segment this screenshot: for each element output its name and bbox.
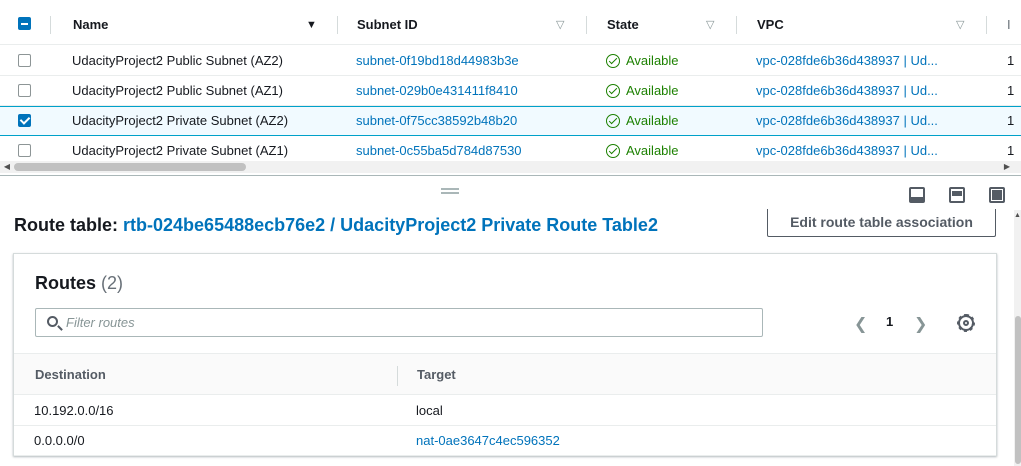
route-target: local	[416, 403, 443, 418]
subnet-name: UdacityProject2 Private Subnet (AZ2)	[72, 113, 289, 128]
routes-title: Routes	[35, 273, 97, 293]
split-panel-drag-handle[interactable]	[441, 188, 459, 194]
subnet-table: Name ▼ Subnet ID ▽ State ▽ VPC ▽ I Udaci…	[0, 0, 1021, 175]
check-circle-icon	[606, 114, 620, 128]
column-header-subnet-id[interactable]: Subnet ID	[357, 5, 418, 45]
sort-icon[interactable]: ▽	[706, 5, 714, 45]
scroll-up-icon[interactable]: ▲	[1014, 212, 1021, 219]
truncated-cell: 1	[1007, 53, 1015, 68]
vpc-link[interactable]: vpc-028fde6b36d438937 | Ud...	[756, 46, 968, 76]
table-row-selected[interactable]: UdacityProject2 Private Subnet (AZ2) sub…	[0, 106, 1021, 136]
search-icon	[47, 316, 58, 327]
routes-container: Routes (2) ❮ 1 ❯ Destination Target 10.1…	[13, 253, 997, 456]
split-panel-bottom-icon[interactable]	[909, 187, 925, 203]
state-value: Available	[626, 113, 679, 128]
horizontal-scrollbar[interactable]: ◀ ▶	[0, 161, 1021, 173]
row-checkbox[interactable]	[18, 84, 31, 97]
check-circle-icon	[606, 54, 620, 68]
column-header-vpc[interactable]: VPC	[757, 5, 784, 45]
row-checkbox[interactable]	[18, 144, 31, 157]
filter-routes-input[interactable]	[66, 312, 746, 333]
truncated-cell: 1	[1007, 83, 1015, 98]
subnet-name: UdacityProject2 Public Subnet (AZ2)	[72, 53, 283, 68]
row-checkbox[interactable]	[18, 54, 31, 67]
subnet-table-header: Name ▼ Subnet ID ▽ State ▽ VPC ▽ I	[0, 5, 1021, 45]
page-number[interactable]: 1	[886, 314, 893, 329]
subnet-id-link[interactable]: subnet-029b0e431411f8410	[356, 76, 518, 106]
table-row: 0.0.0.0/0 nat-0ae3647c4ec596352	[14, 426, 996, 456]
check-circle-icon	[606, 84, 620, 98]
state-value: Available	[626, 83, 679, 98]
route-destination: 10.192.0.0/16	[34, 403, 114, 418]
subnet-id-link[interactable]: subnet-0f19bd18d44983b3e	[356, 46, 519, 76]
column-header-truncated[interactable]: I	[1007, 5, 1011, 45]
edit-route-table-association-button[interactable]: Edit route table association	[767, 209, 996, 237]
vpc-link[interactable]: vpc-028fde6b36d438937 | Ud...	[756, 106, 968, 136]
split-panel-side-icon[interactable]	[949, 187, 965, 203]
state-value: Available	[626, 53, 679, 68]
truncated-cell: 1	[1007, 113, 1015, 128]
column-header-state[interactable]: State	[607, 5, 639, 45]
scrollbar-thumb[interactable]	[1015, 316, 1021, 464]
route-destination: 0.0.0.0/0	[34, 433, 85, 448]
sort-icon[interactable]: ▽	[956, 5, 964, 45]
column-divider[interactable]	[337, 16, 338, 34]
column-divider[interactable]	[736, 16, 737, 34]
sort-descending-icon[interactable]: ▼	[306, 5, 317, 45]
table-row[interactable]: UdacityProject2 Public Subnet (AZ1) subn…	[0, 76, 1021, 106]
filter-routes[interactable]	[35, 308, 763, 337]
chevron-right-icon[interactable]: ❯	[914, 314, 927, 334]
route-table-title: Route table: rtb-024be65488ecb76e2 / Uda…	[14, 215, 658, 236]
vpc-link[interactable]: vpc-028fde6b36d438937 | Ud...	[756, 76, 968, 106]
column-header-target: Target	[417, 367, 456, 382]
select-all-checkbox[interactable]	[18, 17, 31, 30]
gear-icon[interactable]	[957, 314, 975, 332]
check-circle-icon	[606, 144, 620, 158]
route-table-link[interactable]: rtb-024be65488ecb76e2 / UdacityProject2 …	[123, 215, 658, 235]
column-divider	[50, 16, 51, 34]
split-panel-full-icon[interactable]	[989, 187, 1005, 203]
scrollbar-thumb[interactable]	[14, 163, 246, 171]
scroll-right-icon[interactable]: ▶	[1000, 161, 1014, 173]
routes-table-header: Destination Target	[14, 353, 996, 395]
routes-heading: Routes (2)	[35, 273, 123, 294]
table-row[interactable]: UdacityProject2 Public Subnet (AZ2) subn…	[0, 46, 1021, 76]
subnet-id-link[interactable]: subnet-0f75cc38592b48b20	[356, 106, 517, 136]
routes-count: (2)	[101, 273, 124, 293]
column-header-destination: Destination	[35, 367, 106, 382]
row-checkbox[interactable]	[18, 114, 31, 127]
vertical-scrollbar[interactable]	[1014, 210, 1021, 466]
scroll-left-icon[interactable]: ◀	[0, 161, 14, 173]
sort-icon[interactable]: ▽	[556, 5, 564, 45]
route-target-link[interactable]: nat-0ae3647c4ec596352	[416, 426, 560, 456]
table-row: 10.192.0.0/16 local	[14, 396, 996, 426]
column-divider[interactable]	[586, 16, 587, 34]
subnet-name: UdacityProject2 Public Subnet (AZ1)	[72, 83, 283, 98]
column-divider[interactable]	[986, 16, 987, 34]
column-divider[interactable]	[397, 366, 398, 386]
split-panel-border	[0, 175, 1021, 176]
route-table-label: Route table:	[14, 215, 119, 235]
chevron-left-icon[interactable]: ❮	[854, 314, 867, 334]
column-header-name[interactable]: Name	[73, 5, 108, 45]
